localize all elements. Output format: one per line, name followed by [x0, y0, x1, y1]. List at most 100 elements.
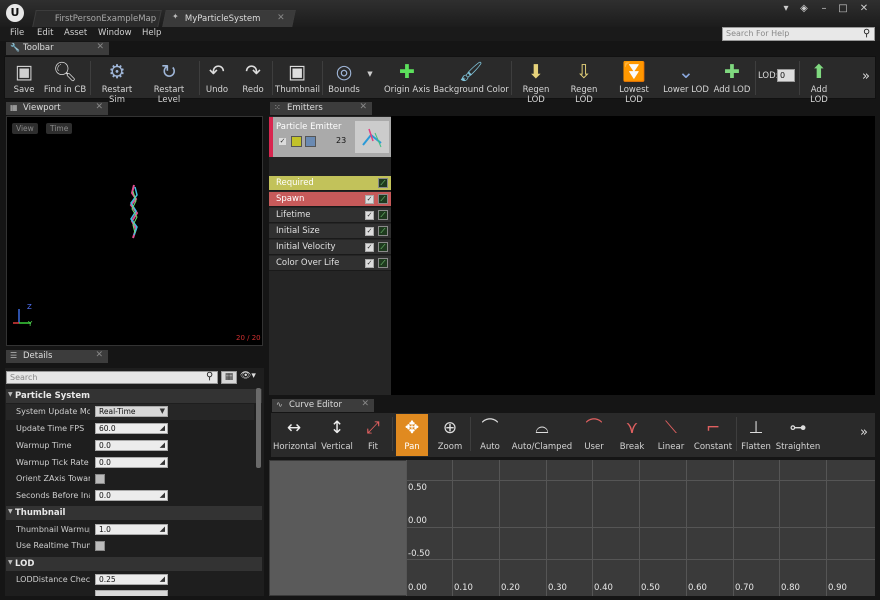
- curve-toggle-icon[interactable]: ⟋: [378, 226, 388, 236]
- module-spawn[interactable]: Spawn ✓ ⟋: [269, 192, 391, 207]
- find-in-cb-button[interactable]: 🔍︎ Find in CB: [43, 59, 87, 99]
- emitter-render-mode-icon[interactable]: [291, 136, 302, 147]
- seconds-before-field[interactable]: 0.0 ◢: [95, 490, 168, 501]
- menu-help[interactable]: Help: [142, 28, 161, 38]
- menu-file[interactable]: File: [10, 28, 24, 38]
- module-enable-checkbox[interactable]: ✓: [365, 227, 374, 236]
- curve-toggle-icon[interactable]: ⟋: [378, 194, 388, 204]
- module-enable-checkbox[interactable]: ✓: [365, 243, 374, 252]
- maximize-icon[interactable]: □: [834, 3, 852, 15]
- search-icon[interactable]: ⚲: [863, 28, 870, 39]
- search-icon[interactable]: ⚲: [206, 371, 213, 382]
- toolbar-panel-tab[interactable]: 🔧 Toolbar ✕: [6, 42, 109, 55]
- tab-my-particle-system[interactable]: MyParticleSystem ✕: [162, 10, 296, 27]
- module-lifetime[interactable]: Lifetime ✓ ⟋: [269, 208, 391, 223]
- menu-window[interactable]: Window: [98, 28, 132, 38]
- add-lod-button[interactable]: ✚ Add LOD: [711, 59, 753, 99]
- orient-z-checkbox[interactable]: [95, 474, 105, 484]
- emitter-header[interactable]: Particle Emitter ✓ 23: [273, 117, 391, 157]
- module-color-over-life[interactable]: Color Over Life ✓ ⟋: [269, 256, 391, 271]
- minimize-icon[interactable]: –: [815, 3, 833, 15]
- restart-level-button[interactable]: ↻ Restart Level: [143, 59, 195, 105]
- emitter-solo-icon[interactable]: [305, 136, 316, 147]
- time-button[interactable]: Time: [46, 123, 73, 134]
- view-button[interactable]: View: [12, 123, 38, 134]
- module-enable-checkbox[interactable]: ✓: [365, 211, 374, 220]
- details-scrollbar[interactable]: [256, 388, 261, 468]
- menu-asset[interactable]: Asset: [64, 28, 87, 38]
- close-icon[interactable]: ✕: [96, 42, 104, 52]
- tab-first-person-map[interactable]: FirstPersonExampleMap: [32, 10, 162, 27]
- constant-button[interactable]: ⌐ Constant: [693, 414, 733, 456]
- close-icon[interactable]: ✕: [95, 350, 103, 360]
- warmup-time-field[interactable]: 0.0 ◢: [95, 440, 168, 451]
- lowest-lod-button[interactable]: ⏬ Lowest LOD: [609, 59, 659, 105]
- warmup-tick-field[interactable]: 0.0 ◢: [95, 457, 168, 468]
- flatten-button[interactable]: ⊥ Flatten: [739, 414, 773, 456]
- view-options-button[interactable]: 👁︎▾: [240, 371, 262, 384]
- thumbnail-warmup-field[interactable]: 1.0 ◢: [95, 524, 168, 535]
- close-window-icon[interactable]: ✕: [855, 3, 873, 15]
- module-enable-checkbox[interactable]: ✓: [365, 259, 374, 268]
- fit-button[interactable]: ⤢ Fit: [359, 414, 387, 456]
- curve-toggle-icon[interactable]: ⟋: [378, 258, 388, 268]
- close-icon[interactable]: ✕: [361, 399, 369, 409]
- straighten-button[interactable]: ⊶ Straighten: [775, 414, 821, 456]
- lod-method-dropdown-partial[interactable]: [95, 590, 168, 596]
- lower-lod-button[interactable]: ⌄ Lower LOD: [663, 59, 709, 99]
- details-panel-tab[interactable]: ☰ Details ✕: [6, 350, 108, 363]
- help-search-input[interactable]: Search For Help: [722, 27, 875, 41]
- auto-tangent-button[interactable]: ⌒ Auto: [473, 414, 507, 456]
- property-matrix-button[interactable]: ▦: [221, 371, 237, 384]
- update-mode-dropdown[interactable]: Real-Time ▼: [95, 406, 168, 417]
- regen-lod-button[interactable]: ⬇ Regen LOD: [513, 59, 559, 105]
- source-control-icon[interactable]: ◈: [795, 3, 813, 15]
- auto-clamped-button[interactable]: ⌓ Auto/Clamped: [511, 414, 573, 456]
- add-lod-up-button[interactable]: ⬆ Add LOD: [801, 59, 837, 105]
- linear-button[interactable]: ⟍ Linear: [653, 414, 689, 456]
- category-particle-system[interactable]: ▼ Particle System: [6, 389, 262, 403]
- origin-axis-button[interactable]: ✚ Origin Axis: [383, 59, 431, 99]
- category-lod[interactable]: ▼ LOD: [6, 557, 262, 571]
- redo-button[interactable]: ↷ Redo: [237, 59, 269, 99]
- horizontal-fit-button[interactable]: ↔ Horizontal: [273, 414, 316, 456]
- lod-distance-field[interactable]: 0.25 ◢: [95, 574, 168, 585]
- realtime-thumbnail-checkbox[interactable]: [95, 541, 105, 551]
- emitter-enable-checkbox[interactable]: ✓: [278, 137, 287, 146]
- module-required[interactable]: Required ⟋: [269, 176, 391, 191]
- emitters-panel-tab[interactable]: ⁙ Emitters ✕: [270, 102, 372, 115]
- save-button[interactable]: ▣ Save: [7, 59, 41, 99]
- close-icon[interactable]: ✕: [278, 13, 286, 23]
- notification-icon[interactable]: ▾: [777, 3, 795, 15]
- menu-edit[interactable]: Edit: [37, 28, 53, 38]
- background-color-button[interactable]: 🖌︎ Background Color: [433, 59, 509, 99]
- category-thumbnail[interactable]: ▼ Thumbnail: [6, 506, 262, 520]
- bounds-dropdown[interactable]: ▼: [365, 69, 375, 81]
- thumbnail-button[interactable]: ▣ Thumbnail: [275, 59, 320, 99]
- toolbar-overflow-button[interactable]: »: [859, 69, 873, 109]
- details-search-input[interactable]: Search: [6, 371, 218, 384]
- module-enable-checkbox[interactable]: ✓: [365, 195, 374, 204]
- zoom-button[interactable]: ⊕ Zoom: [433, 414, 467, 456]
- break-tangent-button[interactable]: ⋎ Break: [615, 414, 649, 456]
- module-initial-velocity[interactable]: Initial Velocity ✓ ⟋: [269, 240, 391, 255]
- pan-button[interactable]: ✥ Pan: [396, 414, 428, 456]
- curve-toggle-icon[interactable]: ⟋: [378, 242, 388, 252]
- bounds-button[interactable]: ◎ Bounds: [325, 59, 363, 99]
- curve-toggle-icon[interactable]: ⟋: [378, 178, 388, 188]
- user-tangent-button[interactable]: ⌒ User: [577, 414, 611, 456]
- viewport-panel-tab[interactable]: ▦ Viewport ✕: [6, 102, 108, 115]
- module-initial-size[interactable]: Initial Size ✓ ⟋: [269, 224, 391, 239]
- regen-lod-alt-button[interactable]: ⇩ Regen LOD: [561, 59, 607, 105]
- vertical-fit-button[interactable]: ↕ Vertical: [318, 414, 356, 456]
- restart-sim-button[interactable]: ⚙ Restart Sim: [93, 59, 141, 105]
- update-fps-field[interactable]: 60.0 ◢: [95, 423, 168, 434]
- close-icon[interactable]: ✕: [95, 102, 103, 112]
- viewport[interactable]: View Time Z Y 20 / 20: [6, 116, 263, 346]
- curve-editor-panel-tab[interactable]: ∿ Curve Editor ✕: [272, 399, 374, 412]
- close-icon[interactable]: ✕: [359, 102, 367, 112]
- undo-button[interactable]: ↶ Undo: [201, 59, 233, 99]
- curve-toggle-icon[interactable]: ⟋: [378, 210, 388, 220]
- curve-track-list[interactable]: [270, 461, 406, 595]
- lod-spinbox[interactable]: 0: [777, 69, 795, 82]
